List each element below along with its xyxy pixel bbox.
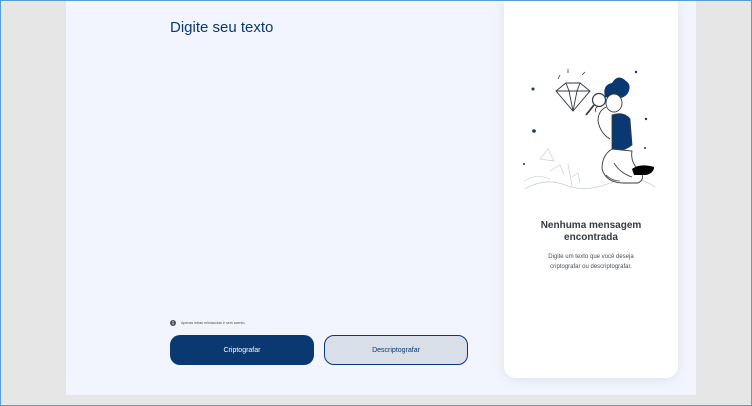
empty-result-title: Nenhuma mensagem encontrada bbox=[504, 220, 678, 244]
result-panel: Nenhuma mensagem encontrada Digite um te… bbox=[504, 1, 678, 378]
person-with-magnifier-illustration bbox=[523, 69, 656, 190]
message-input[interactable] bbox=[170, 19, 510, 309]
input-notice: Apenas letras minúsculas e sem acento. bbox=[170, 320, 246, 326]
info-icon bbox=[170, 320, 176, 326]
app-main: Apenas letras minúsculas e sem acento. C… bbox=[66, 1, 696, 395]
empty-result-desc-line1: Digite um texto que você deseja bbox=[548, 254, 634, 260]
notice-text: Apenas letras minúsculas e sem acento. bbox=[181, 321, 246, 325]
decrypt-button[interactable]: Descriptografar bbox=[324, 335, 468, 365]
browser-viewport: Apenas letras minúsculas e sem acento. C… bbox=[0, 0, 752, 406]
encrypt-button[interactable]: Criptografar bbox=[170, 335, 314, 365]
bottom-strip bbox=[1, 395, 751, 405]
empty-result-title-line1: Nenhuma mensagem bbox=[540, 220, 642, 231]
empty-result-description: Digite um texto que você deseja criptogr… bbox=[528, 252, 654, 272]
empty-result-desc-line2: criptografar ou descriptografar. bbox=[550, 264, 632, 270]
empty-result-title-line2: encontrada bbox=[564, 232, 618, 243]
